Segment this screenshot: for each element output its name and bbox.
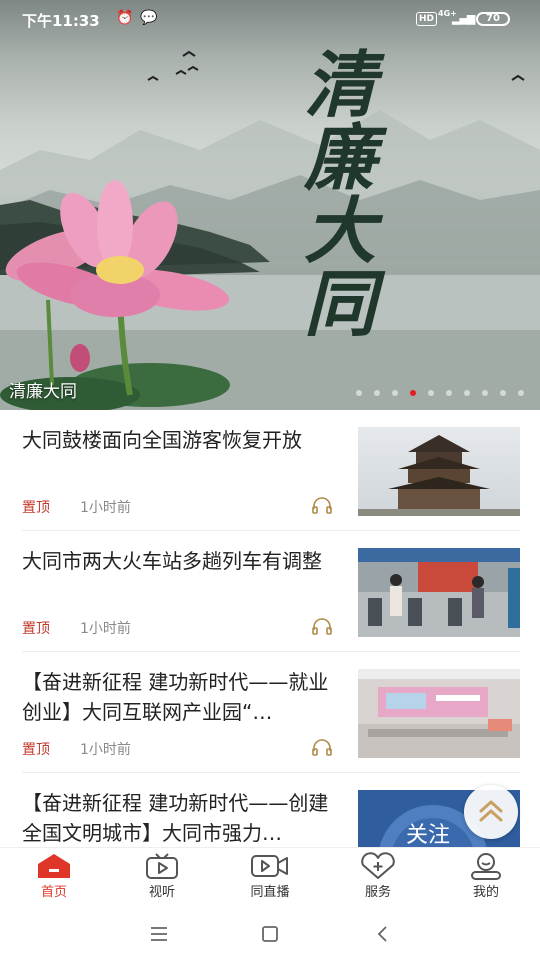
tab-services[interactable]: 服务	[338, 852, 418, 908]
live-video-icon	[251, 855, 288, 877]
pinned-tag: 置顶	[22, 742, 50, 758]
news-title[interactable]: 【奋进新征程 建功新时代——就业创业】大同互联网产业园“…	[22, 667, 342, 727]
news-item[interactable]: 大同市两大火车站多趟列车有调整 置顶 1小时前	[0, 531, 540, 652]
news-title[interactable]: 大同市两大火车站多趟列车有调整	[22, 546, 342, 576]
back-icon[interactable]	[368, 921, 398, 947]
user-icon	[471, 853, 501, 880]
battery-indicator: 70	[476, 12, 510, 26]
signal-strength-icon: ▂▄▆	[452, 12, 475, 25]
carousel-dots[interactable]	[356, 388, 524, 398]
news-list[interactable]: 大同鼓楼面向全国游客恢复开放 置顶 1小时前 大同市两大火车站多趟列车有调整 置…	[0, 410, 540, 847]
tab-label: 首页	[40, 885, 67, 900]
tab-live[interactable]: 同直播	[230, 852, 310, 908]
calligraphy-char: 廉	[303, 115, 376, 200]
headphones-icon[interactable]	[311, 739, 333, 757]
news-item[interactable]: 【奋进新征程 建功新时代——创建全国文明城市】大同市强力… 关注	[0, 773, 540, 847]
bottom-tab-bar: 首页 视听 同直播 服务 我的	[0, 847, 540, 907]
home-icon	[38, 854, 70, 878]
carousel-dot[interactable]	[500, 390, 506, 396]
news-item[interactable]: 大同鼓楼面向全国游客恢复开放 置顶 1小时前	[0, 410, 540, 531]
tab-label: 服务	[364, 885, 391, 900]
banner-title: 清廉大同	[9, 382, 77, 402]
drum-tower-photo[interactable]	[358, 427, 520, 516]
alarm-clock-icon: ⏰	[116, 10, 134, 26]
tab-label: 视听	[148, 885, 175, 900]
promo-text: 关注	[406, 823, 450, 847]
tab-audio-video[interactable]: 视听	[122, 852, 202, 908]
banner-landscape-image	[0, 50, 540, 410]
calligraphy-char: 大	[303, 188, 376, 273]
pinned-tag: 置顶	[22, 500, 50, 516]
tv-icon	[146, 853, 178, 879]
banner-carousel[interactable]: 清 廉 大 同 下午11:33 ⏰ 💬 HD 4G+ ▂▄▆ 70 清廉大同	[0, 0, 540, 410]
system-navigation-bar	[0, 907, 540, 960]
status-time: 下午11:33	[22, 12, 100, 30]
tab-label: 我的	[472, 885, 499, 900]
carousel-dot[interactable]	[464, 390, 470, 396]
tab-me[interactable]: 我的	[446, 852, 526, 908]
industrial-park-office-photo[interactable]	[358, 669, 520, 758]
carousel-dot[interactable]	[392, 390, 398, 396]
news-time: 1小时前	[80, 621, 131, 637]
back-to-top-button[interactable]	[464, 785, 518, 839]
carousel-dot[interactable]	[446, 390, 452, 396]
calligraphy-char: 清	[303, 42, 376, 127]
news-time: 1小时前	[80, 500, 131, 516]
menu-icon[interactable]	[144, 921, 174, 947]
hd-voice-badge: HD	[416, 12, 438, 26]
news-title[interactable]: 大同鼓楼面向全国游客恢复开放	[22, 425, 342, 455]
carousel-dot[interactable]	[374, 390, 380, 396]
carousel-dot[interactable]	[482, 390, 488, 396]
carousel-dot[interactable]	[356, 390, 362, 396]
headphones-icon[interactable]	[311, 618, 333, 636]
heart-plus-icon	[361, 852, 395, 879]
calligraphy-char: 同	[303, 261, 376, 346]
train-station-gates-photo[interactable]	[358, 548, 520, 637]
headphones-icon[interactable]	[311, 497, 333, 515]
news-time: 1小时前	[80, 742, 131, 758]
wechat-icon: 💬	[140, 10, 158, 26]
news-title[interactable]: 【奋进新征程 建功新时代——创建全国文明城市】大同市强力…	[22, 788, 342, 847]
tab-home[interactable]: 首页	[14, 852, 94, 908]
carousel-dot-active[interactable]	[410, 390, 416, 396]
banner-calligraphy: 清 廉 大 同	[285, 48, 395, 340]
double-chevron-up-icon	[479, 800, 503, 822]
home-square-icon[interactable]	[255, 921, 285, 947]
news-item[interactable]: 【奋进新征程 建功新时代——就业创业】大同互联网产业园“… 置顶 1小时前	[0, 652, 540, 773]
status-bar: 下午11:33 ⏰ 💬 HD 4G+ ▂▄▆ 70	[0, 0, 540, 38]
carousel-dot[interactable]	[428, 390, 434, 396]
carousel-dot[interactable]	[518, 390, 524, 396]
pinned-tag: 置顶	[22, 621, 50, 637]
tab-label: 同直播	[250, 885, 290, 900]
